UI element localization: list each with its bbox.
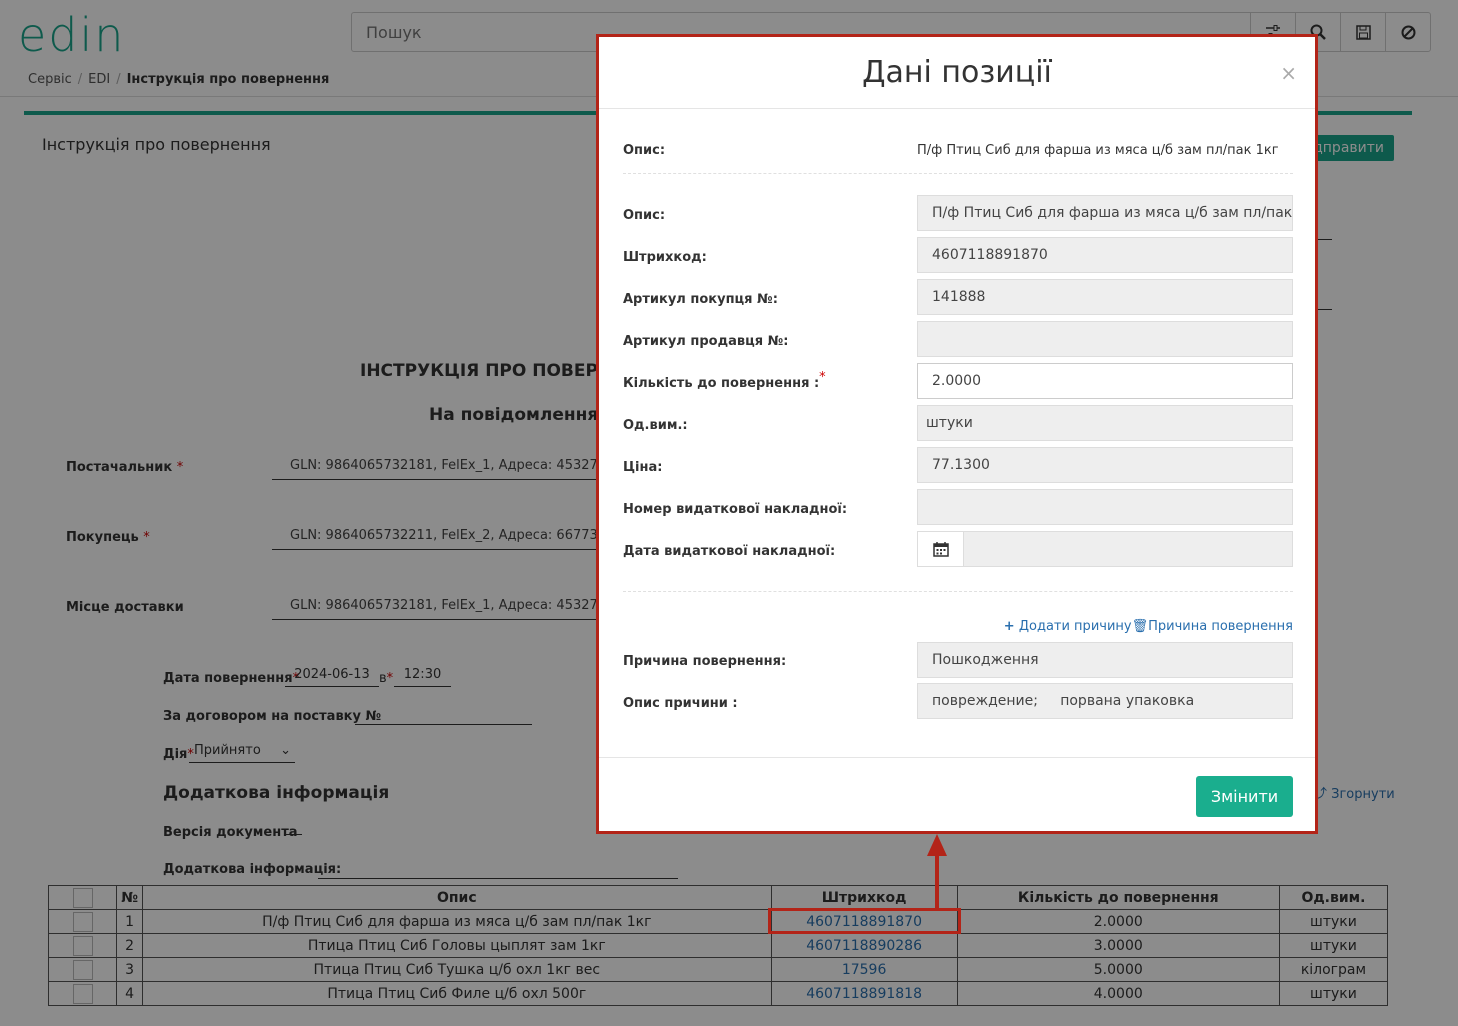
invoice-date-picker[interactable] (917, 531, 1293, 567)
desc-value-top: П/ф Птиц Сиб для фарша из мяса ц/б зам п… (917, 143, 1279, 158)
reason-input[interactable]: Пошкодження (917, 642, 1293, 678)
calendar-icon (932, 542, 949, 557)
invoice-date-label: Дата видаткової накладної: (623, 544, 836, 559)
close-icon[interactable]: × (1280, 61, 1297, 85)
seller-article-label: Артикул продавця №: (623, 334, 789, 349)
reason-label: Причина повернення: (623, 654, 787, 669)
change-button[interactable]: Змінити (1196, 776, 1293, 817)
invoice-number-input[interactable] (917, 489, 1293, 525)
reason-desc-label: Опис причини : (623, 696, 738, 711)
reason-desc-input[interactable]: повреждение; порвана упаковка (917, 683, 1293, 719)
unit-label: Од.вим.: (623, 418, 688, 433)
unit-input[interactable]: штуки (917, 405, 1293, 441)
price-input[interactable]: 77.1300 (917, 447, 1293, 483)
reason-links: + Додати причину🗑Причина повернення (1004, 619, 1293, 634)
callout-highlight (768, 908, 961, 934)
desc-label-top: Опис: (623, 143, 666, 158)
callout-line (935, 852, 939, 908)
plus-icon: + (1003, 619, 1015, 634)
barcode-label: Штрихкод: (623, 250, 707, 265)
calendar-button[interactable] (918, 532, 964, 566)
price-label: Ціна: (623, 460, 663, 475)
desc-input[interactable]: П/ф Птиц Сиб для фарша из мяса ц/б зам п… (917, 195, 1293, 231)
buyer-article-input[interactable]: 141888 (917, 279, 1293, 315)
desc-label: Опис: (623, 208, 666, 223)
trash-icon[interactable]: 🗑 (1132, 619, 1149, 634)
item-data-modal: Дані позиції × Опис: П/ф Птиц Сиб для фа… (596, 34, 1318, 834)
modal-header: Дані позиції × (599, 37, 1315, 109)
reason-link[interactable]: Причина повернення (1148, 619, 1293, 634)
add-reason-link[interactable]: + Додати причину (1004, 619, 1132, 634)
divider (623, 591, 1293, 592)
invoice-number-label: Номер видаткової накладної: (623, 502, 848, 517)
modal-title: Дані позиції (862, 55, 1052, 90)
qty-label: Кількість до повернення :* (623, 370, 826, 391)
modal-footer: Змінити (599, 757, 1315, 831)
barcode-input[interactable]: 4607118891870 (917, 237, 1293, 273)
qty-input[interactable]: 2.0000 (917, 363, 1293, 399)
divider (623, 173, 1293, 174)
buyer-article-label: Артикул покупця №: (623, 292, 778, 307)
seller-article-input[interactable] (917, 321, 1293, 357)
